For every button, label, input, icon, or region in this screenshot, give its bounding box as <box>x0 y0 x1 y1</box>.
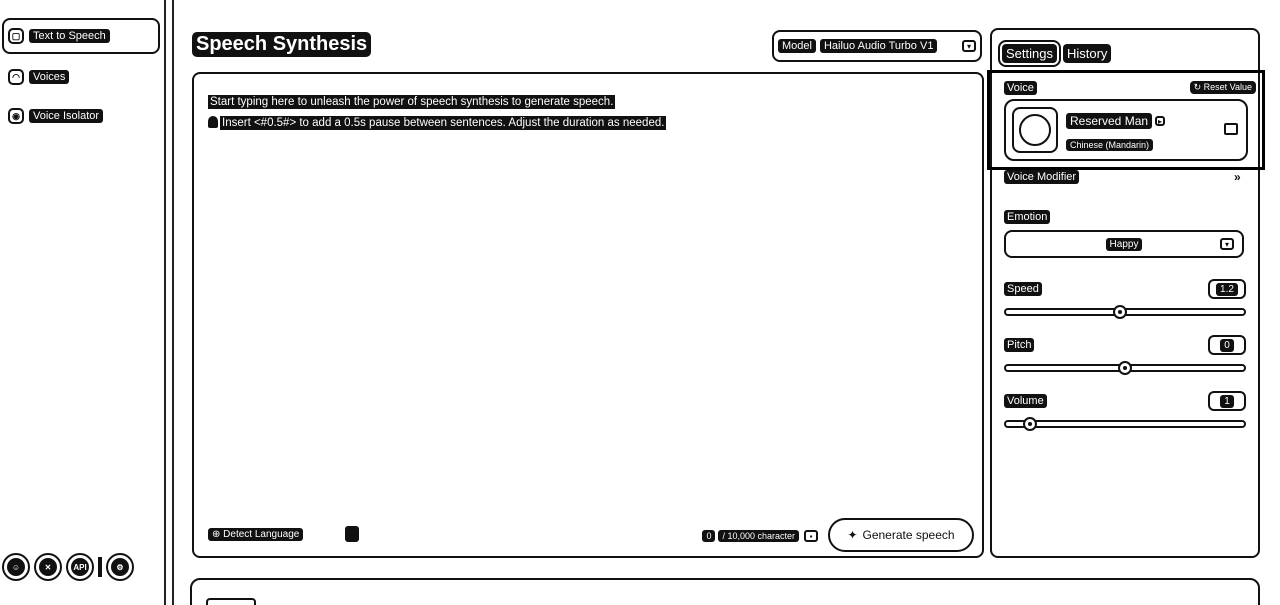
sidebar-item-voices[interactable]: ◠ Voices <box>4 65 73 89</box>
emotion-label: Emotion <box>1004 210 1051 224</box>
voices-icon: ◠ <box>8 69 24 85</box>
emotion-select[interactable]: Happy ▾ <box>1004 230 1244 258</box>
sidebar-item-label: Voice Isolator <box>29 109 104 123</box>
audio-player-bar <box>190 578 1260 605</box>
editor-hint-line1: Start typing here to unleash the power o… <box>208 95 616 109</box>
detect-language-button[interactable]: ⊕ Detect Language <box>208 526 360 542</box>
chevron-down-icon: ▾ <box>1220 238 1234 250</box>
voice-section: Voice ↻ Reset Value Reserved Man ▸ Chine… <box>987 70 1265 170</box>
char-count-label: / 10,000 character <box>718 530 799 542</box>
reset-value-button[interactable]: ↻ Reset Value <box>1189 81 1256 94</box>
discord-icon[interactable]: ☺ <box>2 553 30 581</box>
chevron-down-icon: ▾ <box>962 40 976 52</box>
lightbulb-icon <box>208 116 218 128</box>
player-chip <box>206 598 256 605</box>
pitch-value-box[interactable]: 0 <box>1208 335 1246 355</box>
pitch-slider-knob[interactable] <box>1118 361 1132 375</box>
generate-label: Generate speech <box>862 528 955 542</box>
detect-language-label: ⊕ Detect Language <box>208 527 304 541</box>
voice-card[interactable]: Reserved Man ▸ Chinese (Mandarin) <box>1004 99 1248 161</box>
info-icon: ▪ <box>804 530 818 542</box>
sidebar-footer: ☺ ✕ API ⚙ <box>2 553 134 581</box>
editor-placeholder: Start typing here to unleash the power o… <box>208 92 808 134</box>
volume-value: 1 <box>1220 394 1234 408</box>
voice-label: Voice <box>1004 81 1037 95</box>
chevron-right-icon[interactable]: » <box>1234 170 1241 184</box>
volume-label: Volume <box>1004 394 1047 408</box>
sidebar-item-label: Voices <box>29 70 70 84</box>
text-editor[interactable]: Start typing here to unleash the power o… <box>192 72 984 558</box>
model-value: Hailuo Audio Turbo V1 <box>819 39 938 53</box>
settings-icon[interactable]: ⚙ <box>106 553 134 581</box>
char-count-current: 0 <box>702 530 716 542</box>
pitch-value: 0 <box>1220 338 1234 352</box>
play-icon[interactable]: ▸ <box>1155 116 1166 126</box>
voice-name: Reserved Man ▸ <box>1066 113 1166 129</box>
generate-speech-button[interactable]: ✦ Generate speech <box>828 518 974 552</box>
page-title: Speech Synthesis <box>192 32 372 57</box>
avatar <box>1012 107 1058 153</box>
isolator-icon: ◉ <box>8 108 24 124</box>
model-selector[interactable]: Model Hailuo Audio Turbo V1 ▾ <box>772 30 982 62</box>
voice-language: Chinese (Mandarin) <box>1066 135 1154 153</box>
api-icon[interactable]: API <box>66 553 94 581</box>
sidebar-item-text-to-speech[interactable]: ▢ Text to Speech <box>2 18 160 54</box>
volume-slider[interactable] <box>1004 417 1246 431</box>
swap-voice-icon[interactable] <box>1224 123 1238 135</box>
speed-value: 1.2 <box>1216 282 1238 296</box>
sidebar: ▢ Text to Speech ◠ Voices ◉ Voice Isolat… <box>0 0 166 605</box>
emotion-value: Happy <box>1105 237 1143 251</box>
model-label: Model <box>778 39 816 53</box>
volume-value-box[interactable]: 1 <box>1208 391 1246 411</box>
voice-name-text: Reserved Man <box>1066 113 1153 129</box>
divider <box>98 557 102 577</box>
volume-slider-knob[interactable] <box>1022 417 1037 431</box>
tab-history[interactable]: History <box>1062 44 1112 63</box>
voice-language-text: Chinese (Mandarin) <box>1066 139 1154 151</box>
tab-settings[interactable]: Settings <box>998 40 1061 67</box>
speed-label: Speed <box>1004 282 1042 296</box>
pitch-label: Pitch <box>1004 338 1035 352</box>
speed-slider[interactable] <box>1004 305 1246 319</box>
pitch-slider[interactable] <box>1004 361 1246 375</box>
editor-hint-line2: Insert <#0.5#> to add a 0.5s pause betwe… <box>220 116 667 130</box>
speech-bubble-icon: ▢ <box>8 28 24 44</box>
panel-tabs: Settings History <box>998 40 1112 67</box>
sparkle-icon: ✦ <box>847 528 858 542</box>
sidebar-item-label: Text to Speech <box>29 29 110 43</box>
speed-value-box[interactable]: 1.2 <box>1208 279 1246 299</box>
character-count: 0 / 10,000 character ▪ <box>702 530 818 542</box>
api-label: API <box>71 558 89 576</box>
language-dropdown-icon <box>345 526 360 542</box>
x-icon[interactable]: ✕ <box>34 553 62 581</box>
voice-modifier-label: Voice Modifier <box>1004 170 1080 184</box>
sidebar-item-voice-isolator[interactable]: ◉ Voice Isolator <box>4 104 107 128</box>
divider <box>172 0 175 605</box>
